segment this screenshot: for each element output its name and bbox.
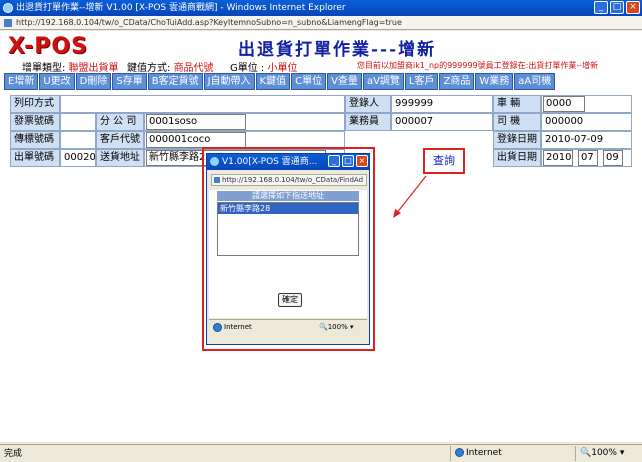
window-title: 出退貨打單作業--增新 V1.00 [X-POS 雲通商戰網] - Window… — [16, 3, 346, 13]
invoice-label: 發票號碼 — [10, 113, 60, 131]
maximize-button[interactable]: □ — [610, 1, 624, 14]
minimize-button[interactable]: _ — [594, 1, 608, 14]
branch-cell: 0001soso — [144, 113, 345, 131]
branch-label: 分 公 司 — [96, 113, 144, 131]
vehicle-input[interactable]: 0000 — [543, 96, 585, 112]
internet-globe-icon — [213, 322, 222, 332]
invoice-field[interactable] — [60, 113, 96, 131]
login-notice: 您目前以加盟商ik1_np的999999號員工登錄在:出貨打單作業--增新 — [357, 61, 599, 70]
toolbar-add-button[interactable]: E增新 — [4, 73, 39, 90]
status-bar: 完成 Internet 🔍100% ▾ — [0, 444, 642, 462]
address-bar[interactable]: http://192.168.0.104/tw/o_CData/ChoTuiAd… — [0, 16, 642, 30]
internet-globe-icon — [455, 448, 464, 457]
toolbar-key-value-button[interactable]: K鍵值 — [255, 73, 291, 90]
toolbar-product-button[interactable]: Z商品 — [439, 73, 475, 90]
address-listbox[interactable]: 新竹縣李路28 — [217, 202, 359, 256]
fax-label: 傳標號碼 — [10, 131, 60, 149]
window-title-bar: 出退貨打單作業--增新 V1.00 [X-POS 雲通商戰網] - Window… — [0, 0, 642, 16]
status-text: 完成 — [4, 449, 23, 459]
popup-minimize-button[interactable]: _ — [328, 155, 340, 167]
order-no-field: 000208 — [60, 149, 96, 167]
toolbar-save-button[interactable]: S存單 — [112, 73, 147, 90]
toolbar-salesman-button[interactable]: W業務 — [475, 73, 514, 90]
close-button[interactable]: × — [626, 1, 640, 14]
salesman-label: 業務員 — [345, 113, 391, 131]
popup-status-bar: Internet 🔍100% ▾ — [209, 319, 367, 333]
ship-year-input[interactable]: 2010 — [543, 150, 573, 166]
driver-field: 000000 — [541, 113, 632, 131]
query-button[interactable]: 查詢 — [423, 148, 465, 174]
print-mode-label: 列印方式 — [10, 95, 60, 113]
address-text: http://192.168.0.104/tw/o_CData/ChoTuiAd… — [16, 18, 402, 27]
vehicle-label: 車 輛 — [493, 95, 541, 113]
popup-title-bar: V1.00[X-POS 雲通商... _ □ × — [207, 154, 369, 170]
popup-maximize-button[interactable]: □ — [342, 155, 354, 167]
ie-icon — [210, 157, 219, 166]
popup-address-bar[interactable]: http://192.168.0.104/tw/o_CData/FindAd — [211, 174, 367, 186]
ship-date-cell: 2010 07 09 — [541, 149, 632, 167]
branch-input[interactable]: 0001soso — [146, 114, 246, 130]
logo: X-POS — [8, 34, 88, 59]
status-zoom[interactable]: 🔍100% ▾ — [575, 446, 641, 461]
ship-day-input[interactable]: 09 — [603, 150, 623, 166]
reg-date-field: 2010-07-09 — [541, 131, 632, 149]
page-icon — [4, 19, 12, 27]
toolbar-delete-button[interactable]: D刪除 — [75, 73, 112, 90]
print-mode-field[interactable] — [60, 95, 345, 113]
popup-zoom[interactable]: 🔍100% ▾ — [319, 320, 353, 334]
ok-button[interactable]: 確定 — [278, 293, 302, 307]
vehicle-cell: 0000 — [541, 95, 632, 113]
address-option[interactable]: 新竹縣李路28 — [218, 203, 358, 214]
order-no-label: 出單號碼 — [10, 149, 60, 167]
ship-date-label: 出貨日期 — [493, 149, 541, 167]
zoom-icon: 🔍 — [319, 323, 328, 331]
order-type-info: 增單類型: 聯盟出貨單 — [22, 63, 119, 74]
toolbar: E增新 U更改 D刪除 S存單 B客定貨號 J自動帶入 K鍵值 C單位 V查量 … — [4, 73, 556, 90]
toolbar-browse-button[interactable]: aV調覽 — [362, 73, 404, 90]
unit-info: G單位 : 小單位 — [230, 63, 298, 74]
driver-label: 司 機 — [493, 113, 541, 131]
toolbar-customer-order-button[interactable]: B客定貨號 — [147, 73, 203, 90]
popup-zone: Internet — [213, 320, 252, 334]
page-content: X-POS 出退貨打單作業---增新 增單類型: 聯盟出貨單 鍵值方式: 商品代… — [0, 31, 642, 442]
salesman-field: 000007 — [391, 113, 493, 131]
annotation-arrow — [393, 175, 427, 218]
registrant-field: 999999 — [391, 95, 493, 113]
toolbar-auto-fill-button[interactable]: J自動帶入 — [203, 73, 255, 90]
popup-heading: 請選擇如下指送地址 — [217, 191, 359, 201]
page-icon — [214, 177, 220, 183]
popup-close-button[interactable]: × — [356, 155, 368, 167]
popup-address-text: http://192.168.0.104/tw/o_CData/FindAd — [222, 176, 364, 184]
ship-month-input[interactable]: 07 — [578, 150, 598, 166]
page-title: 出退貨打單作業---增新 — [238, 40, 437, 60]
toolbar-customer-button[interactable]: L客戶 — [404, 73, 439, 90]
zoom-icon: 🔍 — [580, 448, 592, 458]
toolbar-edit-button[interactable]: U更改 — [39, 73, 75, 90]
status-zone: Internet — [450, 446, 560, 461]
toolbar-driver-button[interactable]: aA司機 — [514, 73, 556, 90]
registrant-label: 登錄人 — [345, 95, 391, 113]
popup-title: V1.00[X-POS 雲通商... — [222, 157, 318, 167]
toolbar-query-qty-button[interactable]: V查量 — [327, 73, 362, 90]
ie-icon — [3, 3, 13, 13]
key-mode-info: 鍵值方式: 商品代號 — [127, 63, 214, 74]
customer-label: 客戶代號 — [96, 131, 144, 149]
delivery-label: 送貨地址 — [96, 149, 144, 167]
customer-input[interactable]: 000001coco — [146, 132, 246, 148]
reg-date-label: 登錄日期 — [493, 131, 541, 149]
fax-field[interactable] — [60, 131, 96, 149]
address-popup-window: V1.00[X-POS 雲通商... _ □ × http://192.168.… — [206, 153, 370, 345]
toolbar-unit-button[interactable]: C單位 — [291, 73, 327, 90]
